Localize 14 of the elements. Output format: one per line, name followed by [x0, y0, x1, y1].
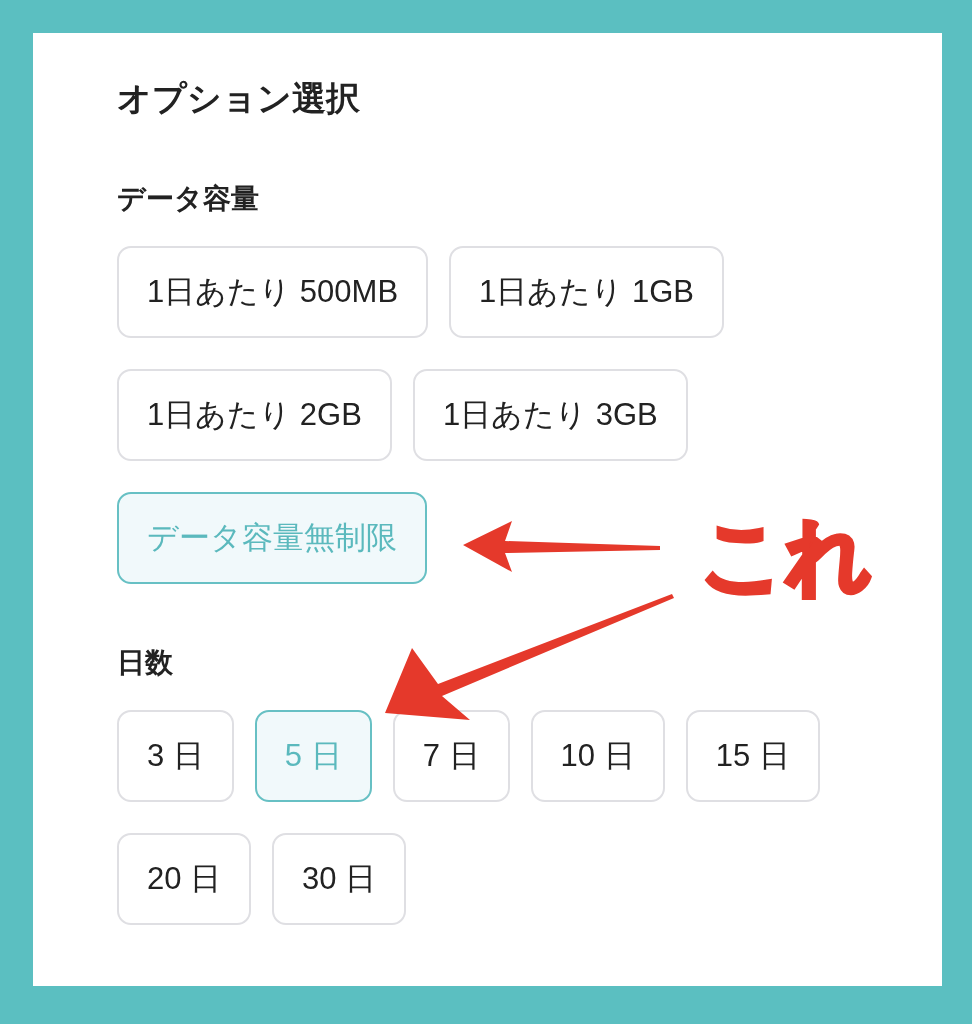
annotation-text: これ	[700, 514, 872, 598]
option-button[interactable]: 1日あたり 3GB	[412, 369, 688, 461]
option-button[interactable]: 15 日	[685, 710, 820, 802]
option-button[interactable]: 10 日	[530, 710, 665, 802]
option-button[interactable]: 1日あたり 500MB	[117, 246, 429, 338]
option-button[interactable]: 3 日	[117, 710, 234, 802]
section-heading: データ容量	[117, 182, 260, 216]
option-button[interactable]: 7 日	[392, 710, 510, 802]
page-title: オプション選択	[117, 78, 361, 119]
option-button[interactable]: 30 日	[272, 833, 407, 925]
option-button[interactable]: 1日あたり 1GB	[449, 246, 724, 338]
section-heading: 日数	[117, 646, 174, 680]
option-button[interactable]: 20 日	[117, 833, 252, 925]
option-button[interactable]: 1日あたり 2GB	[117, 369, 392, 461]
